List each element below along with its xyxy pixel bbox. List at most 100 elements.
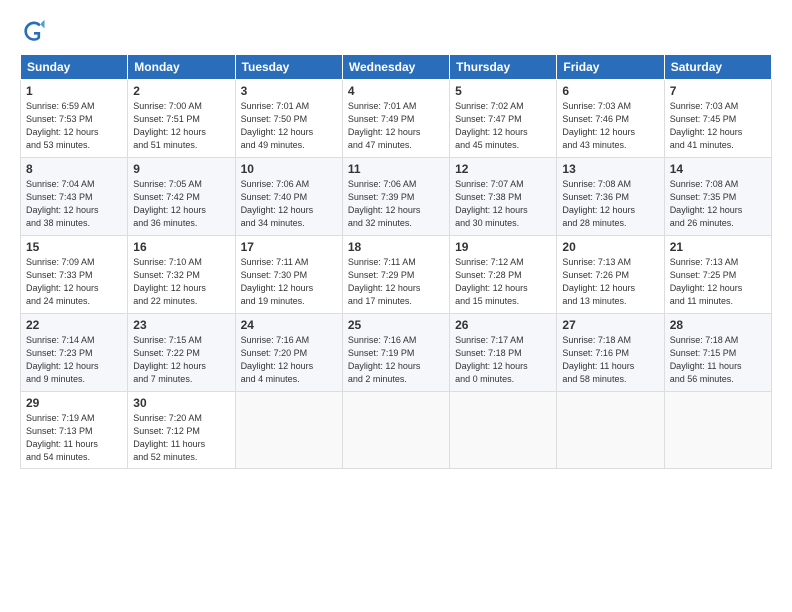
day-number: 28: [670, 318, 766, 332]
weekday-header-saturday: Saturday: [664, 55, 771, 80]
day-number: 12: [455, 162, 551, 176]
day-number: 30: [133, 396, 229, 410]
day-info: Sunrise: 7:03 AM Sunset: 7:45 PM Dayligh…: [670, 100, 766, 152]
day-info: Sunrise: 7:16 AM Sunset: 7:19 PM Dayligh…: [348, 334, 444, 386]
day-cell-29: 29 Sunrise: 7:19 AM Sunset: 7:13 PM Dayli…: [21, 392, 128, 469]
day-cell-empty-5: [557, 392, 664, 469]
day-cell-empty-4: [450, 392, 557, 469]
day-number: 7: [670, 84, 766, 98]
day-cell-13: 13 Sunrise: 7:08 AM Sunset: 7:36 PM Dayli…: [557, 158, 664, 236]
day-cell-18: 18 Sunrise: 7:11 AM Sunset: 7:29 PM Dayli…: [342, 236, 449, 314]
day-info: Sunrise: 7:04 AM Sunset: 7:43 PM Dayligh…: [26, 178, 122, 230]
day-info: Sunrise: 7:19 AM Sunset: 7:13 PM Dayligh…: [26, 412, 122, 464]
day-number: 24: [241, 318, 337, 332]
day-info: Sunrise: 7:07 AM Sunset: 7:38 PM Dayligh…: [455, 178, 551, 230]
day-number: 3: [241, 84, 337, 98]
weekday-header-monday: Monday: [128, 55, 235, 80]
day-info: Sunrise: 7:06 AM Sunset: 7:39 PM Dayligh…: [348, 178, 444, 230]
day-info: Sunrise: 7:00 AM Sunset: 7:51 PM Dayligh…: [133, 100, 229, 152]
day-info: Sunrise: 7:11 AM Sunset: 7:30 PM Dayligh…: [241, 256, 337, 308]
weekday-header-thursday: Thursday: [450, 55, 557, 80]
day-info: Sunrise: 7:03 AM Sunset: 7:46 PM Dayligh…: [562, 100, 658, 152]
week-row-4: 22 Sunrise: 7:14 AM Sunset: 7:23 PM Dayli…: [21, 314, 772, 392]
day-cell-30: 30 Sunrise: 7:20 AM Sunset: 7:12 PM Dayli…: [128, 392, 235, 469]
calendar-table: SundayMondayTuesdayWednesdayThursdayFrid…: [20, 54, 772, 469]
day-info: Sunrise: 7:06 AM Sunset: 7:40 PM Dayligh…: [241, 178, 337, 230]
day-info: Sunrise: 6:59 AM Sunset: 7:53 PM Dayligh…: [26, 100, 122, 152]
day-number: 5: [455, 84, 551, 98]
day-number: 26: [455, 318, 551, 332]
day-info: Sunrise: 7:18 AM Sunset: 7:16 PM Dayligh…: [562, 334, 658, 386]
day-cell-23: 23Sunrise: 7:15 AM Sunset: 7:22 PM Dayli…: [128, 314, 235, 392]
day-cell-5: 5 Sunrise: 7:02 AM Sunset: 7:47 PM Daylig…: [450, 80, 557, 158]
day-cell-20: 20 Sunrise: 7:13 AM Sunset: 7:26 PM Dayli…: [557, 236, 664, 314]
day-info: Sunrise: 7:13 AM Sunset: 7:25 PM Dayligh…: [670, 256, 766, 308]
day-info: Sunrise: 7:01 AM Sunset: 7:49 PM Dayligh…: [348, 100, 444, 152]
day-cell-11: 11 Sunrise: 7:06 AM Sunset: 7:39 PM Dayli…: [342, 158, 449, 236]
day-number: 6: [562, 84, 658, 98]
day-number: 4: [348, 84, 444, 98]
day-cell-14: 14 Sunrise: 7:08 AM Sunset: 7:35 PM Dayli…: [664, 158, 771, 236]
day-number: 18: [348, 240, 444, 254]
day-number: 27: [562, 318, 658, 332]
week-row-1: 1 Sunrise: 6:59 AM Sunset: 7:53 PM Daylig…: [21, 80, 772, 158]
day-cell-26: 26 Sunrise: 7:17 AM Sunset: 7:18 PM Dayli…: [450, 314, 557, 392]
day-cell-3: 3 Sunrise: 7:01 AM Sunset: 7:50 PM Daylig…: [235, 80, 342, 158]
day-number: 25: [348, 318, 444, 332]
day-number: 15: [26, 240, 122, 254]
day-info: Sunrise: 7:10 AM Sunset: 7:32 PM Dayligh…: [133, 256, 229, 308]
day-cell-7: 7 Sunrise: 7:03 AM Sunset: 7:45 PM Daylig…: [664, 80, 771, 158]
day-cell-19: 19Sunrise: 7:12 AM Sunset: 7:28 PM Dayli…: [450, 236, 557, 314]
day-number: 14: [670, 162, 766, 176]
day-cell-8: 8 Sunrise: 7:04 AM Sunset: 7:43 PM Daylig…: [21, 158, 128, 236]
day-number: 21: [670, 240, 766, 254]
day-info: Sunrise: 7:01 AM Sunset: 7:50 PM Dayligh…: [241, 100, 337, 152]
day-info: Sunrise: 7:20 AM Sunset: 7:12 PM Dayligh…: [133, 412, 229, 464]
day-cell-empty-3: [342, 392, 449, 469]
week-row-5: 29 Sunrise: 7:19 AM Sunset: 7:13 PM Dayli…: [21, 392, 772, 469]
day-cell-27: 27 Sunrise: 7:18 AM Sunset: 7:16 PM Dayli…: [557, 314, 664, 392]
day-number: 17: [241, 240, 337, 254]
day-number: 8: [26, 162, 122, 176]
week-row-2: 8 Sunrise: 7:04 AM Sunset: 7:43 PM Daylig…: [21, 158, 772, 236]
day-info: Sunrise: 7:17 AM Sunset: 7:18 PM Dayligh…: [455, 334, 551, 386]
day-number: 22: [26, 318, 122, 332]
weekday-header-sunday: Sunday: [21, 55, 128, 80]
day-info: Sunrise: 7:18 AM Sunset: 7:15 PM Dayligh…: [670, 334, 766, 386]
header: [20, 18, 772, 46]
day-info: Sunrise: 7:08 AM Sunset: 7:36 PM Dayligh…: [562, 178, 658, 230]
day-cell-21: 21 Sunrise: 7:13 AM Sunset: 7:25 PM Dayli…: [664, 236, 771, 314]
day-number: 10: [241, 162, 337, 176]
logo: [20, 18, 52, 46]
weekday-header-wednesday: Wednesday: [342, 55, 449, 80]
logo-icon: [20, 18, 48, 46]
weekday-header-friday: Friday: [557, 55, 664, 80]
day-cell-4: 4 Sunrise: 7:01 AM Sunset: 7:49 PM Daylig…: [342, 80, 449, 158]
day-cell-12: 12 Sunrise: 7:07 AM Sunset: 7:38 PM Dayli…: [450, 158, 557, 236]
day-cell-1: 1 Sunrise: 6:59 AM Sunset: 7:53 PM Daylig…: [21, 80, 128, 158]
day-number: 13: [562, 162, 658, 176]
day-cell-15: 15Sunrise: 7:09 AM Sunset: 7:33 PM Dayli…: [21, 236, 128, 314]
day-number: 20: [562, 240, 658, 254]
day-cell-2: 2 Sunrise: 7:00 AM Sunset: 7:51 PM Daylig…: [128, 80, 235, 158]
day-cell-empty-6: [664, 392, 771, 469]
day-cell-24: 24Sunrise: 7:16 AM Sunset: 7:20 PM Dayli…: [235, 314, 342, 392]
day-info: Sunrise: 7:02 AM Sunset: 7:47 PM Dayligh…: [455, 100, 551, 152]
day-cell-28: 28 Sunrise: 7:18 AM Sunset: 7:15 PM Dayli…: [664, 314, 771, 392]
day-info: Sunrise: 7:12 AM Sunset: 7:28 PM Dayligh…: [455, 256, 551, 308]
day-cell-22: 22 Sunrise: 7:14 AM Sunset: 7:23 PM Dayli…: [21, 314, 128, 392]
day-number: 1: [26, 84, 122, 98]
day-info: Sunrise: 7:11 AM Sunset: 7:29 PM Dayligh…: [348, 256, 444, 308]
day-info: Sunrise: 7:08 AM Sunset: 7:35 PM Dayligh…: [670, 178, 766, 230]
day-number: 2: [133, 84, 229, 98]
day-info: Sunrise: 7:05 AM Sunset: 7:42 PM Dayligh…: [133, 178, 229, 230]
page: SundayMondayTuesdayWednesdayThursdayFrid…: [0, 0, 792, 479]
day-cell-17: 17 Sunrise: 7:11 AM Sunset: 7:30 PM Dayli…: [235, 236, 342, 314]
day-info: Sunrise: 7:14 AM Sunset: 7:23 PM Dayligh…: [26, 334, 122, 386]
day-cell-25: 25 Sunrise: 7:16 AM Sunset: 7:19 PM Dayli…: [342, 314, 449, 392]
day-info: Sunrise: 7:13 AM Sunset: 7:26 PM Dayligh…: [562, 256, 658, 308]
day-cell-9: 9Sunrise: 7:05 AM Sunset: 7:42 PM Daylig…: [128, 158, 235, 236]
day-number: 11: [348, 162, 444, 176]
day-cell-10: 10 Sunrise: 7:06 AM Sunset: 7:40 PM Dayli…: [235, 158, 342, 236]
day-number: 29: [26, 396, 122, 410]
